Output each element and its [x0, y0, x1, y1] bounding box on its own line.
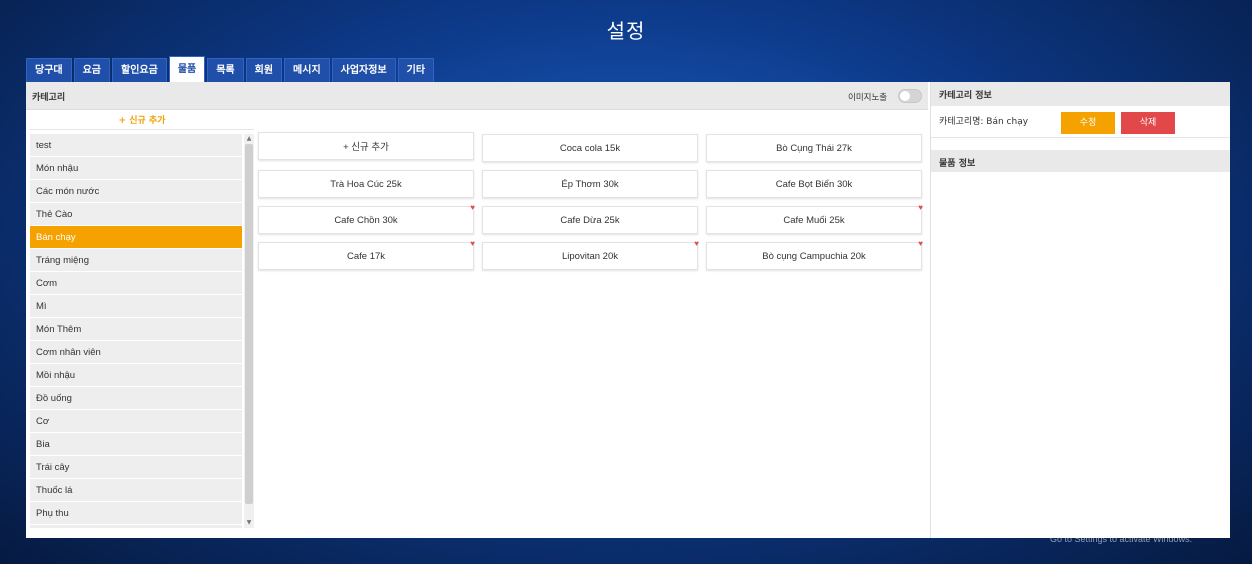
product-card[interactable]: Cafe 17k ♥: [258, 239, 475, 270]
tab-bar: 당구대 요금 할인요금 물품 목록 회원 메시지 사업자정보 기타: [26, 56, 435, 82]
product-card[interactable]: Cafe Bọt Biển 30k: [706, 170, 922, 198]
product-card[interactable]: Coca cola 15k: [482, 134, 698, 162]
toggle-knob: [900, 91, 910, 101]
info-sidebar: 카테고리 정보 카테고리명: Bán chạy 수정 삭제 물품 정보: [930, 82, 1230, 538]
category-scrollbar[interactable]: ▲ ▼: [244, 134, 254, 528]
heart-icon: ♥: [470, 203, 475, 212]
tab-business-info[interactable]: 사업자정보: [331, 58, 396, 82]
category-item[interactable]: Món Thêm: [30, 318, 242, 341]
product-name: Cafe Muối 25k: [783, 214, 845, 226]
category-items: test Món nhậu Các món nước Thẻ Cào Bán c…: [30, 134, 242, 528]
app-window: 설정 당구대 요금 할인요금 물품 목록 회원 메시지 사업자정보 기타 카테고…: [0, 0, 1252, 564]
tab-goods[interactable]: 물품: [168, 56, 206, 82]
category-item[interactable]: Đồ uống: [30, 387, 242, 410]
product-card[interactable]: Bò cụng Campuchia 20k ♥: [706, 239, 923, 270]
heart-icon: ♥: [470, 239, 475, 248]
image-toggle[interactable]: [898, 89, 922, 103]
heart-icon: ♥: [918, 239, 923, 248]
scroll-down-icon[interactable]: ▼: [244, 518, 254, 528]
goods-info-header: 물품 정보: [931, 150, 1230, 172]
category-item[interactable]: Tráng miệng: [30, 249, 242, 272]
category-header: 카테고리 이미지노출: [26, 82, 928, 110]
category-item[interactable]: Phụ thu: [30, 502, 242, 525]
add-product-button[interactable]: + 신규 추가: [258, 132, 474, 160]
watermark-line2: Go to Settings to activate Windows.: [1050, 534, 1193, 544]
category-list: + 신규 추가 test Món nhậu Các món nước Thẻ C…: [30, 112, 254, 528]
activate-windows-watermark: Activate Windows Go to Settings to activ…: [1050, 517, 1192, 544]
window-title: 설정: [606, 18, 646, 43]
product-name: Bò Cụng Thái 27k: [776, 142, 852, 154]
category-item-selected[interactable]: Bán chạy: [30, 226, 242, 249]
category-item[interactable]: Cơm: [30, 272, 242, 295]
scroll-thumb[interactable]: [245, 144, 253, 504]
category-item[interactable]: Bia: [30, 433, 242, 456]
product-card[interactable]: Ép Thơm 30k: [482, 170, 698, 198]
title-bar: 설정: [10, 6, 1242, 52]
heart-icon: ♥: [694, 239, 699, 248]
category-item[interactable]: test: [30, 134, 242, 157]
tab-list[interactable]: 목록: [207, 58, 244, 82]
edit-button[interactable]: 수정: [1061, 112, 1115, 134]
watermark-line1: Activate Windows: [1050, 517, 1153, 532]
category-item[interactable]: Món nhậu: [30, 157, 242, 180]
category-item[interactable]: Thuốc lá: [30, 479, 242, 502]
product-name: Cafe 17k: [346, 250, 386, 262]
tab-other[interactable]: 기타: [397, 58, 435, 82]
product-name: Trà Hoa Cúc 25k: [330, 178, 402, 190]
delete-button[interactable]: 삭제: [1121, 112, 1175, 134]
product-name: Bò cụng Campuchia 20k: [762, 250, 866, 262]
settings-panel: 카테고리 이미지노출 + 신규 추가 test Món nhậu Các món…: [26, 82, 1230, 538]
category-item[interactable]: Trái cây: [30, 456, 242, 479]
category-item[interactable]: Thẻ Cào: [30, 203, 242, 226]
product-card[interactable]: Lipovitan 20k ♥: [482, 239, 699, 270]
category-title: 카테고리: [32, 93, 66, 103]
category-item[interactable]: Cơm nhân viên: [30, 341, 242, 364]
category-item[interactable]: Mồi nhậu: [30, 364, 242, 387]
category-info-row: 카테고리명: Bán chạy 수정 삭제: [931, 106, 1230, 138]
product-card[interactable]: Cafe Chồn 30k ♥: [258, 203, 475, 234]
tab-messages[interactable]: 메시지: [284, 58, 330, 82]
product-card[interactable]: Trà Hoa Cúc 25k: [258, 170, 474, 198]
category-item[interactable]: Mì: [30, 295, 242, 318]
category-item[interactable]: Các món nước: [30, 180, 242, 203]
tab-members[interactable]: 회원: [245, 58, 283, 82]
tab-rates[interactable]: 요금: [73, 58, 111, 82]
product-name: Cafe Chồn 30k: [334, 214, 398, 226]
category-item[interactable]: Cơ: [30, 410, 242, 433]
product-name: Ép Thơm 30k: [561, 178, 619, 190]
add-category-button[interactable]: + 신규 추가: [30, 112, 254, 130]
product-card[interactable]: Cafe Muối 25k ♥: [706, 203, 923, 234]
product-name: Cafe Bọt Biển 30k: [775, 178, 853, 190]
add-product-label: + 신규 추가: [343, 142, 389, 153]
tab-table[interactable]: 당구대: [26, 58, 72, 82]
product-card[interactable]: Cafe Dừa 25k: [482, 206, 698, 234]
image-toggle-label: 이미지노출: [848, 93, 888, 103]
product-name: Lipovitan 20k: [562, 250, 618, 262]
product-card[interactable]: Bò Cụng Thái 27k: [706, 134, 922, 162]
scroll-up-icon[interactable]: ▲: [244, 134, 254, 144]
category-info-header: 카테고리 정보: [931, 82, 1230, 106]
heart-icon: ♥: [918, 203, 923, 212]
product-name: Cafe Dừa 25k: [560, 214, 620, 226]
product-name: Coca cola 15k: [559, 142, 621, 154]
tab-discount-rates[interactable]: 할인요금: [112, 58, 167, 82]
category-name-label: 카테고리명: Bán chạy: [939, 117, 1029, 127]
